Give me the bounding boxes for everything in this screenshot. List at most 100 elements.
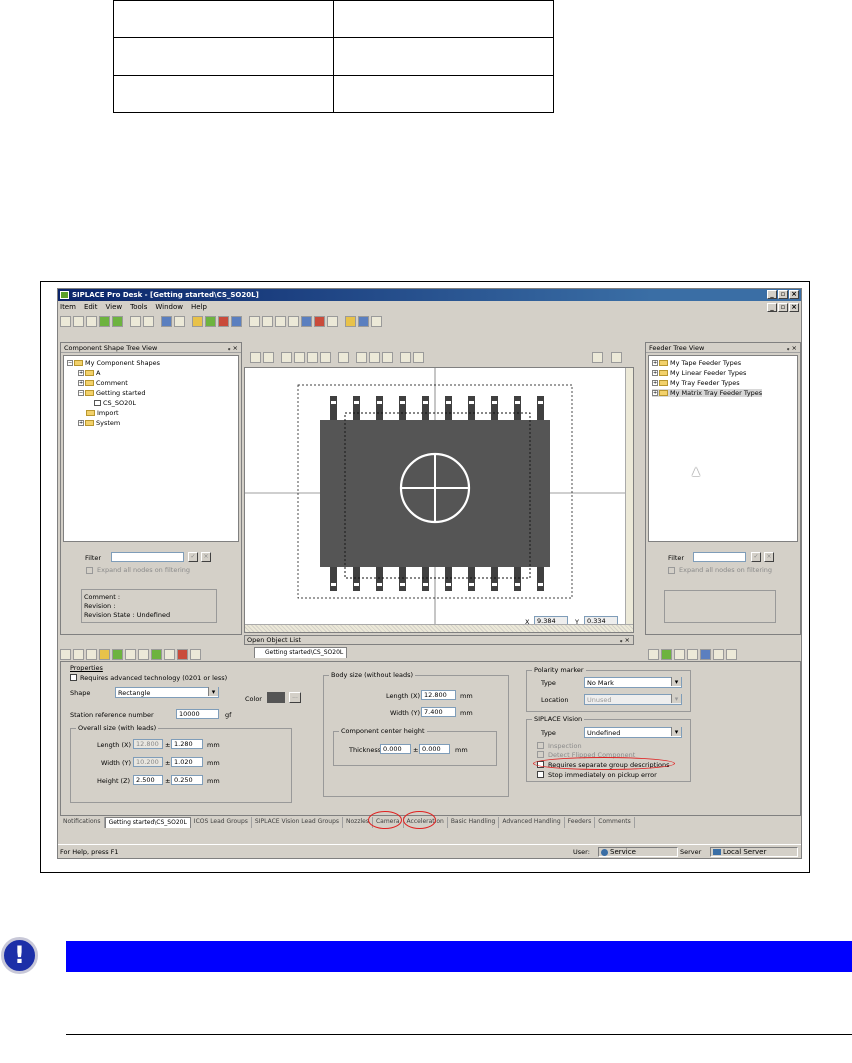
tool-icon[interactable] (661, 649, 672, 660)
shape-canvas[interactable]: X 9.384 Y 0.334 (244, 367, 634, 633)
expand-nodes-checkbox[interactable] (86, 567, 93, 574)
fill-icon[interactable] (294, 352, 305, 363)
tool-icon[interactable] (713, 649, 724, 660)
menu-item[interactable]: Item (60, 302, 76, 313)
pin-icon[interactable]: ᵩ × (228, 343, 238, 353)
tab-feeders[interactable]: Feeders (565, 817, 596, 828)
grid-icon[interactable] (369, 352, 380, 363)
open-icon[interactable] (73, 316, 84, 327)
tool-icon[interactable] (192, 316, 203, 327)
polarity-location-dropdown[interactable]: Unused (584, 694, 682, 705)
pin-icon[interactable]: ᵩ × (787, 343, 797, 353)
zoom-in-icon[interactable] (262, 316, 273, 327)
tab-notifications[interactable]: Notifications (60, 817, 105, 828)
advanced-technology-checkbox[interactable] (70, 674, 77, 681)
arrow-right-icon[interactable] (413, 352, 424, 363)
frame-icon[interactable] (327, 316, 338, 327)
close-canvas-icon[interactable] (611, 352, 622, 363)
tree-item[interactable]: + System (78, 419, 120, 427)
menu-item[interactable]: Window (155, 302, 183, 313)
menu-item[interactable]: View (106, 302, 123, 313)
overall-height-tolerance[interactable]: 0.250 (171, 775, 203, 785)
station-ref-input[interactable]: 10000 (176, 709, 219, 719)
refresh-icon[interactable] (112, 316, 123, 327)
maximize-button[interactable]: ▫ (778, 290, 788, 299)
filter-clear-button[interactable]: × (764, 552, 774, 562)
tool-icon[interactable] (99, 649, 110, 660)
tool-icon[interactable] (112, 649, 123, 660)
tree-item[interactable]: − My Component Shapes (67, 359, 160, 367)
filter-apply-button[interactable]: ✓ (751, 552, 761, 562)
monitor-icon[interactable] (174, 316, 185, 327)
open-object-tab[interactable]: Getting started\CS_SO20L (254, 647, 348, 658)
document-icon[interactable] (358, 316, 369, 327)
tool-icon[interactable] (674, 649, 685, 660)
frame-icon[interactable] (320, 352, 331, 363)
tool-icon[interactable] (151, 649, 162, 660)
vertical-scrollbar[interactable] (625, 368, 633, 626)
inspection-checkbox[interactable] (537, 742, 544, 749)
tab-icos-lead-groups[interactable]: ICOS Lead Groups (191, 817, 252, 828)
cylinder-icon[interactable] (307, 352, 318, 363)
tree-item[interactable]: CS_SO20L (94, 399, 136, 407)
body-width-input[interactable]: 7.400 (421, 707, 456, 717)
zoom-window-icon[interactable] (249, 316, 260, 327)
stop-on-error-checkbox[interactable] (537, 771, 544, 778)
view-icon[interactable] (60, 649, 71, 660)
undo-icon[interactable] (130, 316, 141, 327)
overall-length-input[interactable]: 12.800 (133, 739, 163, 749)
tab-vision-lead-groups[interactable]: SIPLACE Vision Lead Groups (252, 817, 344, 828)
tool-icon[interactable] (231, 316, 242, 327)
zoom-out-icon[interactable] (275, 316, 286, 327)
tool-icon[interactable] (205, 316, 216, 327)
tree-item[interactable]: + A (78, 369, 100, 377)
tool-icon[interactable] (687, 649, 698, 660)
options-icon[interactable] (371, 316, 382, 327)
print-icon[interactable] (161, 316, 172, 327)
tree-item[interactable]: + My Tape Feeder Types (652, 359, 741, 367)
grid-icon[interactable] (356, 352, 367, 363)
lead-icon[interactable] (263, 352, 274, 363)
lock-icon[interactable] (345, 316, 356, 327)
body-icon[interactable] (281, 352, 292, 363)
close-button[interactable]: × (789, 290, 799, 299)
tool-icon[interactable] (700, 649, 711, 660)
tab-basic-handling[interactable]: Basic Handling (448, 817, 500, 828)
tree-item[interactable]: Import (86, 409, 119, 417)
tool-icon[interactable] (190, 649, 201, 660)
star-icon[interactable] (314, 316, 325, 327)
tool-icon[interactable] (726, 649, 737, 660)
horizontal-scrollbar[interactable] (245, 624, 633, 632)
polarity-type-dropdown[interactable]: No Mark (584, 677, 682, 688)
filter-input[interactable] (111, 552, 184, 562)
print-icon[interactable] (592, 352, 603, 363)
tab-comments[interactable]: Comments (595, 817, 635, 828)
menu-item[interactable]: Help (191, 302, 207, 313)
doc-close-button[interactable]: × (789, 303, 799, 312)
pan-icon[interactable] (301, 316, 312, 327)
tab-getting-started[interactable]: Getting started\CS_SO20L (104, 817, 191, 828)
add-icon[interactable] (250, 352, 261, 363)
overall-height-input[interactable]: 2.500 (133, 775, 163, 785)
tool-icon[interactable] (138, 649, 149, 660)
new-icon[interactable] (60, 316, 71, 327)
pin-icon[interactable]: ᵩ × (620, 636, 630, 645)
tool-icon[interactable] (177, 649, 188, 660)
menu-item[interactable]: Tools (130, 302, 147, 313)
minimize-button[interactable]: _ (767, 290, 777, 299)
tree-item[interactable]: − Getting started (78, 389, 146, 397)
doc-minimize-button[interactable]: _ (767, 303, 777, 312)
tree-item[interactable]: + My Matrix Tray Feeder Types (652, 389, 763, 397)
body-length-input[interactable]: 12.800 (421, 690, 456, 700)
tab-advanced-handling[interactable]: Advanced Handling (499, 817, 565, 828)
overall-width-tolerance[interactable]: 1.020 (171, 757, 203, 767)
move-icon[interactable] (86, 649, 97, 660)
grid-icon[interactable] (382, 352, 393, 363)
thickness-tolerance[interactable]: 0.000 (419, 744, 450, 754)
tool-icon[interactable] (648, 649, 659, 660)
detect-flipped-checkbox[interactable] (537, 751, 544, 758)
menu-item[interactable]: Edit (84, 302, 98, 313)
redo-icon[interactable] (143, 316, 154, 327)
overall-length-tolerance[interactable]: 1.280 (171, 739, 203, 749)
expand-nodes-checkbox[interactable] (668, 567, 675, 574)
